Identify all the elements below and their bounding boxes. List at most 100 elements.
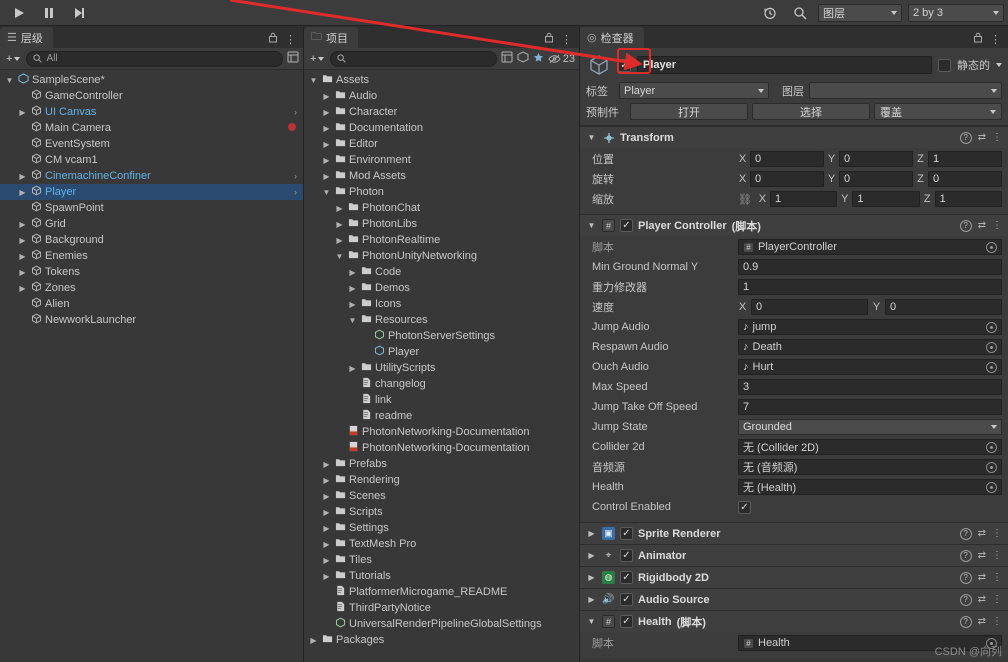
menu-icon[interactable]: ⋮ [992, 528, 1002, 539]
foldout-closed-icon[interactable]: ▶ [17, 284, 28, 293]
project-item-photonrealtime[interactable]: ▶ PhotonRealtime [304, 232, 579, 248]
preset-icon[interactable]: ⇄ [978, 550, 986, 561]
help-icon[interactable]: ? [959, 131, 972, 144]
position-x-input[interactable]: 0 [750, 151, 824, 167]
animator-header[interactable]: ▶ ⌖ ✓ Animator? ⇄ ⋮ [580, 545, 1008, 566]
menu-icon[interactable]: ⋮ [285, 33, 296, 46]
project-item-editor[interactable]: ▶ Editor [304, 136, 579, 152]
foldout-closed-icon[interactable]: ▶ [17, 188, 28, 197]
foldout-icon[interactable]: ▶ [586, 529, 597, 538]
foldout-icon[interactable]: ▶ [586, 551, 597, 560]
project-item-resources[interactable]: ▼ Resources [304, 312, 579, 328]
search-icon[interactable] [788, 3, 812, 23]
object-field-respawn-audio[interactable]: ♪ Death [738, 339, 1002, 355]
project-item-code[interactable]: ▶ Code [304, 264, 579, 280]
tab-inspector[interactable]: ◎ 检查器 [580, 27, 644, 48]
layout-dropdown[interactable]: 2 by 3 [908, 3, 1004, 22]
player-controller-enabled-checkbox[interactable]: ✓ [620, 219, 633, 232]
menu-icon[interactable]: ⋮ [992, 550, 1002, 561]
object-picker-icon[interactable] [986, 461, 997, 473]
menu-icon[interactable]: ⋮ [992, 220, 1002, 231]
tab-hierarchy[interactable]: ☰ 层级 [0, 27, 53, 48]
history-icon[interactable] [758, 3, 782, 23]
object-picker-icon[interactable] [986, 241, 997, 253]
preset-icon[interactable]: ⇄ [978, 616, 986, 627]
preset-icon[interactable]: ⇄ [978, 132, 986, 143]
hierarchy-item-background[interactable]: ▶ Background [0, 232, 303, 248]
hierarchy-item-zones[interactable]: ▶ Zones [0, 280, 303, 296]
project-item-utilityscripts[interactable]: ▶ UtilityScripts [304, 360, 579, 376]
foldout-closed-icon[interactable]: ▶ [321, 156, 332, 165]
object-field-collider-2d[interactable]: 无 (Collider 2D) [738, 439, 1002, 455]
project-item-player[interactable]: ▶ Player [304, 344, 579, 360]
foldout-closed-icon[interactable]: ▶ [334, 236, 345, 245]
project-item-scenes[interactable]: ▶ Scenes [304, 488, 579, 504]
scale-y-input[interactable]: 1 [852, 191, 920, 207]
foldout-closed-icon[interactable]: ▶ [321, 140, 332, 149]
lock-icon[interactable] [544, 32, 554, 46]
lock-icon[interactable] [268, 32, 278, 46]
project-item-prefabs[interactable]: ▶ Prefabs [304, 456, 579, 472]
foldout-open-icon[interactable]: ▼ [347, 316, 358, 325]
create-asset-button[interactable]: + [308, 53, 326, 65]
pause-icon[interactable] [34, 3, 64, 23]
foldout-open-icon[interactable]: ▼ [308, 76, 319, 85]
tab-project[interactable]: 🗀 项目 [304, 27, 358, 48]
project-item-demos[interactable]: ▶ Demos [304, 280, 579, 296]
position-y-input[interactable]: 0 [839, 151, 913, 167]
foldout-closed-icon[interactable]: ▶ [321, 460, 332, 469]
project-item-universalrenderpipelineglobalsettings[interactable]: ▶ UniversalRenderPipelineGlobalSettings [304, 616, 579, 632]
checkbox-control-enabled[interactable]: ✓ [738, 500, 751, 514]
dropdown-jump-state[interactable]: Grounded [738, 419, 1002, 435]
object-field--[interactable]: 无 (音频源) [738, 459, 1002, 475]
help-icon[interactable]: ? [959, 219, 972, 232]
hierarchy-item-samplescene-[interactable]: ▼ SampleScene* [0, 72, 303, 88]
transform-header[interactable]: ▼ Transform ? ⇄ ⋮ [580, 127, 1008, 148]
layer-dropdown[interactable] [809, 82, 1002, 99]
health-enabled-checkbox[interactable]: ✓ [620, 615, 633, 628]
foldout-icon[interactable]: ▶ [586, 573, 597, 582]
foldout-closed-icon[interactable]: ▶ [17, 252, 28, 261]
project-item-readme[interactable]: ▶ readme [304, 408, 579, 424]
project-item-audio[interactable]: ▶ Audio [304, 88, 579, 104]
script-object-field[interactable]: # PlayerController [738, 239, 1002, 255]
foldout-closed-icon[interactable]: ▶ [347, 268, 358, 277]
audio-source-header[interactable]: ▶ 🔊 ✓ Audio Source? ⇄ ⋮ [580, 589, 1008, 610]
hierarchy-item-main-camera[interactable]: ▶ Main Camera [0, 120, 303, 136]
position-z-input[interactable]: 1 [928, 151, 1002, 167]
scale-z-input[interactable]: 1 [934, 191, 1002, 207]
object-field-jump-audio[interactable]: ♪ jump [738, 319, 1002, 335]
menu-icon[interactable]: ⋮ [990, 33, 1001, 46]
object-picker-icon[interactable] [986, 321, 997, 333]
input-min-ground-normal-y[interactable]: 0.9 [738, 259, 1002, 275]
foldout-closed-icon[interactable]: ▶ [17, 236, 28, 245]
preset-icon[interactable]: ⇄ [978, 572, 986, 583]
hierarchy-item-alien[interactable]: ▶ Alien [0, 296, 303, 312]
project-item-mod-assets[interactable]: ▶ Mod Assets [304, 168, 579, 184]
foldout-open-icon[interactable]: ▼ [321, 188, 332, 197]
project-search-input[interactable] [330, 50, 497, 67]
sprite-renderer-enabled-checkbox[interactable]: ✓ [620, 527, 633, 540]
rotation-y-input[interactable]: 0 [839, 171, 913, 187]
hierarchy-item-player[interactable]: ▶ Player › [0, 184, 303, 200]
foldout-closed-icon[interactable]: ▶ [321, 556, 332, 565]
object-picker-icon[interactable] [986, 361, 997, 373]
foldout-closed-icon[interactable]: ▶ [17, 108, 28, 117]
prefab-overrides-dropdown[interactable]: 覆盖 [874, 103, 1002, 120]
foldout-closed-icon[interactable]: ▶ [321, 92, 332, 101]
project-item-icons[interactable]: ▶ Icons [304, 296, 579, 312]
menu-icon[interactable]: ⋮ [992, 132, 1002, 143]
prefab-chevron-icon[interactable]: › [294, 171, 297, 181]
project-item-settings[interactable]: ▶ Settings [304, 520, 579, 536]
foldout-closed-icon[interactable]: ▶ [334, 220, 345, 229]
project-item-documentation[interactable]: ▶ Documentation [304, 120, 579, 136]
project-filter-icon[interactable] [501, 51, 513, 66]
foldout-closed-icon[interactable]: ▶ [321, 172, 332, 181]
project-item-photonnetworking-documentation[interactable]: ▶ PhotonNetworking-Documentation [304, 424, 579, 440]
foldout-closed-icon[interactable]: ▶ [321, 508, 332, 517]
foldout-icon[interactable]: ▼ [586, 221, 597, 230]
hierarchy-item-cinemachineconfiner[interactable]: ▶ CinemachineConfiner › [0, 168, 303, 184]
object-field-health[interactable]: 无 (Health) [738, 479, 1002, 495]
hierarchy-search-input[interactable]: All [26, 50, 283, 67]
player-controller-header[interactable]: ▼ # ✓ Player Controller (脚本) ? ⇄ ⋮ [580, 215, 1008, 236]
